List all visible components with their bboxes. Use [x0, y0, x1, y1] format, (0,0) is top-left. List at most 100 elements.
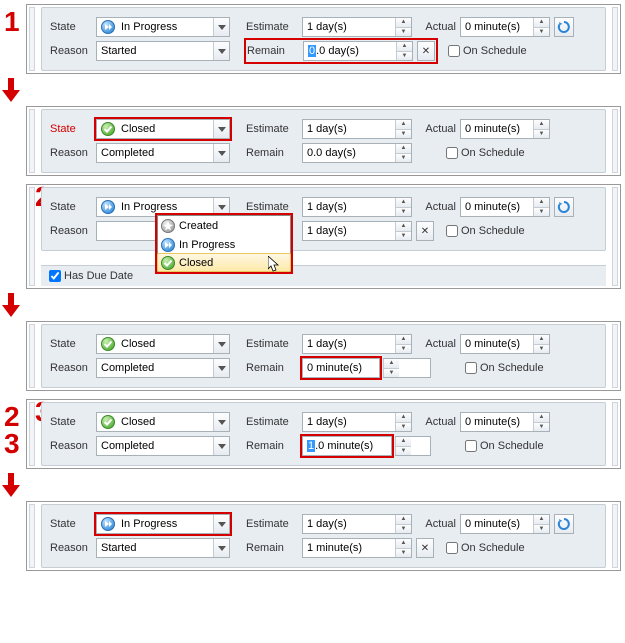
- estimate-input[interactable]: 1 day(s)▲▼: [302, 412, 412, 432]
- remain-input[interactable]: 1.0 minute(s): [302, 436, 392, 456]
- state-dropdown[interactable]: CreatedIn ProgressClosed: [157, 215, 291, 272]
- state-combo[interactable]: Closed: [96, 412, 230, 432]
- remain-input[interactable]: 0 minute(s): [302, 358, 380, 378]
- spin-up[interactable]: ▲: [534, 120, 549, 129]
- splitter-left[interactable]: [29, 109, 35, 173]
- state-combo[interactable]: In Progress: [96, 17, 230, 37]
- remain-input[interactable]: 1 day(s)▲▼: [302, 221, 412, 241]
- checkbox-icon[interactable]: [49, 270, 61, 282]
- spin-up[interactable]: ▲: [396, 515, 411, 524]
- on-schedule-checkbox[interactable]: On Schedule: [448, 45, 527, 57]
- spin-down[interactable]: ▼: [534, 129, 549, 139]
- on-schedule-checkbox[interactable]: On Schedule: [446, 542, 525, 554]
- remain-input[interactable]: 0.0 day(s)▲▼: [303, 41, 413, 61]
- refresh-button[interactable]: [554, 514, 574, 534]
- spinner-buttons[interactable]: ▲▼: [533, 198, 549, 216]
- spin-down[interactable]: ▼: [534, 344, 549, 354]
- chevron-down-icon[interactable]: [213, 42, 229, 60]
- dropdown-item-closed[interactable]: Closed: [157, 253, 291, 272]
- remain-input-ext[interactable]: ▲▼: [383, 358, 431, 378]
- spin-down[interactable]: ▼: [396, 129, 411, 139]
- has-due-date-checkbox[interactable]: Has Due Date: [49, 270, 598, 282]
- refresh-button[interactable]: [554, 17, 574, 37]
- spin-down[interactable]: ▼: [396, 231, 411, 241]
- checkbox-icon[interactable]: [448, 45, 460, 57]
- spinner-buttons[interactable]: ▲▼: [383, 359, 399, 377]
- remain-input[interactable]: 0.0 day(s)▲▼: [302, 143, 412, 163]
- actual-input[interactable]: 0 minute(s)▲▼: [460, 17, 550, 37]
- remain-input-ext[interactable]: ▲▼: [395, 436, 431, 456]
- spinner-buttons[interactable]: ▲▼: [395, 144, 411, 162]
- actual-input[interactable]: 0 minute(s)▲▼: [460, 197, 550, 217]
- spin-up[interactable]: ▲: [396, 222, 411, 231]
- spin-down[interactable]: ▼: [396, 548, 411, 558]
- spin-up[interactable]: ▲: [396, 18, 411, 27]
- spinner-buttons[interactable]: ▲▼: [395, 515, 411, 533]
- spinner-buttons[interactable]: ▲▼: [395, 539, 411, 557]
- spin-up[interactable]: ▲: [534, 515, 549, 524]
- actual-input[interactable]: 0 minute(s)▲▼: [460, 334, 550, 354]
- state-combo[interactable]: In Progress: [96, 197, 230, 217]
- spin-up[interactable]: ▲: [534, 18, 549, 27]
- splitter-left[interactable]: [29, 504, 35, 568]
- spin-down[interactable]: ▼: [534, 207, 549, 217]
- spin-down[interactable]: ▼: [534, 27, 549, 37]
- spin-down[interactable]: ▼: [534, 422, 549, 432]
- clear-button[interactable]: ✕: [416, 221, 434, 241]
- state-combo[interactable]: Closed: [96, 334, 230, 354]
- state-combo[interactable]: In Progress: [96, 514, 230, 534]
- spinner-buttons[interactable]: ▲▼: [533, 18, 549, 36]
- estimate-input[interactable]: 1 day(s)▲▼: [302, 119, 412, 139]
- on-schedule-checkbox[interactable]: On Schedule: [446, 225, 525, 237]
- spin-up[interactable]: ▲: [534, 335, 549, 344]
- reason-combo[interactable]: Completed: [96, 358, 230, 378]
- spinner-buttons[interactable]: ▲▼: [395, 120, 411, 138]
- reason-combo[interactable]: Started: [96, 41, 230, 61]
- reason-combo[interactable]: Started: [96, 538, 230, 558]
- checkbox-icon[interactable]: [465, 362, 477, 374]
- spinner-buttons[interactable]: ▲▼: [395, 413, 411, 431]
- spin-up[interactable]: ▲: [396, 120, 411, 129]
- spin-down[interactable]: ▼: [396, 344, 411, 354]
- estimate-input[interactable]: 1 day(s)▲▼: [302, 334, 412, 354]
- spinner-buttons[interactable]: ▲▼: [533, 413, 549, 431]
- clear-button[interactable]: ✕: [416, 538, 434, 558]
- chevron-down-icon[interactable]: [213, 359, 229, 377]
- spinner-buttons[interactable]: ▲▼: [395, 437, 411, 455]
- checkbox-icon[interactable]: [446, 147, 458, 159]
- splitter-right[interactable]: [612, 7, 618, 71]
- reason-combo[interactable]: Completed: [96, 143, 230, 163]
- spin-down[interactable]: ▼: [384, 368, 399, 378]
- spin-up[interactable]: ▲: [534, 413, 549, 422]
- chevron-down-icon[interactable]: [213, 335, 229, 353]
- on-schedule-checkbox[interactable]: On Schedule: [446, 147, 525, 159]
- spin-down[interactable]: ▼: [534, 524, 549, 534]
- estimate-input[interactable]: 1 day(s)▲▼: [302, 17, 412, 37]
- chevron-down-icon[interactable]: [213, 120, 229, 138]
- spin-up[interactable]: ▲: [396, 437, 411, 446]
- spin-up[interactable]: ▲: [397, 42, 412, 51]
- chevron-down-icon[interactable]: [213, 198, 229, 216]
- spin-down[interactable]: ▼: [396, 422, 411, 432]
- chevron-down-icon[interactable]: [213, 539, 229, 557]
- spin-down[interactable]: ▼: [396, 153, 411, 163]
- actual-input[interactable]: 0 minute(s)▲▼: [460, 412, 550, 432]
- actual-input[interactable]: 0 minute(s)▲▼: [460, 119, 550, 139]
- splitter-left[interactable]: [29, 7, 35, 71]
- spin-down[interactable]: ▼: [396, 446, 411, 456]
- actual-input[interactable]: 0 minute(s)▲▼: [460, 514, 550, 534]
- splitter-right[interactable]: [612, 504, 618, 568]
- spin-up[interactable]: ▲: [396, 413, 411, 422]
- splitter-right[interactable]: [612, 402, 618, 466]
- chevron-down-icon[interactable]: [213, 18, 229, 36]
- spin-down[interactable]: ▼: [396, 27, 411, 37]
- spin-up[interactable]: ▲: [396, 144, 411, 153]
- spinner-buttons[interactable]: ▲▼: [533, 335, 549, 353]
- spinner-buttons[interactable]: ▲▼: [395, 18, 411, 36]
- spinner-buttons[interactable]: ▲▼: [395, 335, 411, 353]
- dropdown-item-created[interactable]: Created: [158, 216, 290, 235]
- checkbox-icon[interactable]: [446, 542, 458, 554]
- on-schedule-checkbox[interactable]: On Schedule: [465, 440, 544, 452]
- estimate-input[interactable]: 1 day(s)▲▼: [302, 197, 412, 217]
- spinner-buttons[interactable]: ▲▼: [395, 198, 411, 216]
